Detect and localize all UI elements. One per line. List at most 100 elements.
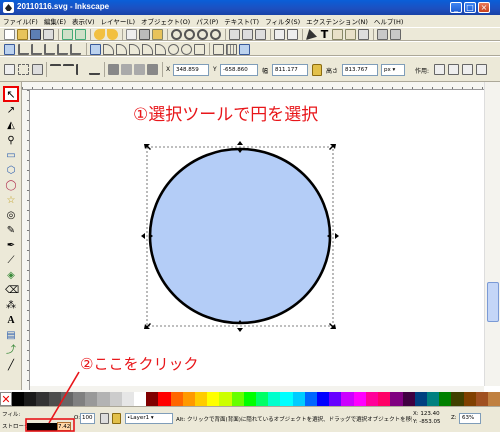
handle-top-left[interactable]: [144, 144, 151, 150]
snap-bbox-center-icon[interactable]: [70, 44, 81, 55]
transform-gradients-icon[interactable]: [462, 64, 473, 75]
drawing-canvas[interactable]: [30, 90, 484, 386]
deselect-icon[interactable]: [32, 64, 43, 75]
transform-patterns-icon[interactable]: [476, 64, 487, 75]
x-input[interactable]: 348.859: [173, 64, 209, 76]
paste-icon[interactable]: [152, 29, 163, 40]
color-swatch[interactable]: [353, 392, 366, 406]
transform-icon[interactable]: [358, 29, 369, 40]
width-input[interactable]: 811.177: [272, 64, 308, 76]
text-font-icon[interactable]: T: [319, 29, 330, 40]
dropper-tool-icon[interactable]: ╱: [5, 360, 17, 372]
fill-stroke-icon[interactable]: [306, 29, 317, 40]
snap-text-baseline-icon[interactable]: [194, 44, 205, 55]
color-swatch[interactable]: [60, 392, 74, 406]
menu-text[interactable]: テキスト(T): [224, 16, 259, 26]
menu-path[interactable]: パス(P): [196, 16, 218, 26]
color-swatch[interactable]: [329, 392, 342, 406]
snap-bbox-corner-icon[interactable]: [44, 44, 55, 55]
color-swatch[interactable]: [231, 392, 244, 406]
align-distribute-icon[interactable]: [345, 29, 356, 40]
color-swatch[interactable]: [365, 392, 379, 406]
undo-icon[interactable]: [94, 29, 105, 40]
snap-grid-icon[interactable]: [226, 44, 237, 55]
snap-bbox-edge-icon[interactable]: [31, 44, 42, 55]
menu-file[interactable]: ファイル(F): [3, 16, 38, 26]
cut-icon[interactable]: [139, 29, 150, 40]
selected-circle[interactable]: [148, 147, 332, 325]
3d-box-tool-icon[interactable]: ⬡: [5, 165, 17, 177]
xml-editor-icon[interactable]: [332, 29, 343, 40]
color-swatch[interactable]: [170, 392, 183, 406]
zoom-drawing-icon[interactable]: [184, 29, 195, 40]
color-swatch[interactable]: [414, 392, 427, 406]
tweak-tool-icon[interactable]: ◭: [5, 120, 17, 132]
color-swatch[interactable]: [195, 392, 208, 406]
clone-icon[interactable]: [242, 29, 253, 40]
save-icon[interactable]: [30, 29, 41, 40]
color-swatch[interactable]: [146, 392, 159, 406]
color-swatch[interactable]: [402, 392, 415, 406]
menu-edit[interactable]: 編集(E): [44, 16, 66, 26]
color-swatch[interactable]: [48, 392, 61, 406]
rectangle-tool-icon[interactable]: ▭: [5, 150, 17, 162]
snap-nodes-icon[interactable]: [90, 44, 101, 55]
color-swatch[interactable]: [219, 392, 232, 406]
zoom-width-icon[interactable]: [210, 29, 221, 40]
handle-bottom-right[interactable]: [329, 323, 336, 329]
color-swatch[interactable]: [243, 392, 257, 406]
color-swatch[interactable]: [134, 392, 147, 406]
redo-icon[interactable]: [107, 29, 118, 40]
menu-object[interactable]: オブジェクト(O): [141, 16, 190, 26]
color-swatch[interactable]: [280, 392, 293, 406]
snap-cusp-icon[interactable]: [129, 44, 140, 55]
snap-page-border-icon[interactable]: [213, 44, 224, 55]
height-input[interactable]: 813.767: [342, 64, 378, 76]
document-properties-icon[interactable]: [390, 29, 401, 40]
lower-to-bottom-icon[interactable]: [147, 64, 158, 75]
color-swatch[interactable]: [121, 392, 135, 406]
snap-bbox-icon[interactable]: [18, 44, 29, 55]
color-swatch[interactable]: [292, 392, 305, 406]
menu-extensions[interactable]: エクステンション(N): [306, 16, 368, 26]
pen-tool-icon[interactable]: ✒: [5, 240, 17, 252]
menu-layer[interactable]: レイヤー(L): [101, 16, 136, 26]
scale-stroke-icon[interactable]: [434, 64, 445, 75]
color-swatch[interactable]: [158, 392, 171, 406]
maximize-button[interactable]: □: [464, 2, 476, 13]
flip-horizontal-icon[interactable]: [76, 64, 87, 75]
vertical-scrollbar[interactable]: [484, 82, 500, 386]
color-swatch[interactable]: [24, 392, 37, 406]
export-icon[interactable]: [75, 29, 86, 40]
zoom-page-icon[interactable]: [197, 29, 208, 40]
close-button[interactable]: ×: [478, 2, 490, 13]
color-swatch[interactable]: [182, 392, 196, 406]
select-all-layers-icon[interactable]: [18, 64, 29, 75]
connector-tool-icon[interactable]: ⤴: [5, 345, 17, 357]
selector-tool-icon[interactable]: ↖: [3, 86, 19, 102]
zoom-tool-icon[interactable]: ⚲: [5, 135, 17, 147]
color-swatch[interactable]: [73, 392, 86, 406]
flip-vertical-icon[interactable]: [89, 64, 100, 75]
menu-view[interactable]: 表示(V): [72, 16, 95, 26]
color-swatch[interactable]: [463, 392, 476, 406]
color-swatch[interactable]: [390, 392, 403, 406]
color-swatch[interactable]: [439, 392, 452, 406]
open-folder-icon[interactable]: [17, 29, 28, 40]
snap-intersection-icon[interactable]: [116, 44, 127, 55]
raise-icon[interactable]: [121, 64, 132, 75]
vertical-ruler[interactable]: [22, 90, 30, 390]
group-icon[interactable]: [274, 29, 285, 40]
color-swatch[interactable]: [426, 392, 440, 406]
copy-icon[interactable]: [126, 29, 137, 40]
color-swatch[interactable]: [85, 392, 98, 406]
snap-center-icon[interactable]: [168, 44, 179, 55]
node-tool-icon[interactable]: ↗: [5, 105, 17, 117]
rotate-cw-icon[interactable]: [63, 64, 74, 75]
raise-to-top-icon[interactable]: [108, 64, 119, 75]
duplicate-icon[interactable]: [229, 29, 240, 40]
snap-midpoint-icon[interactable]: [155, 44, 166, 55]
pencil-tool-icon[interactable]: ✎: [5, 225, 17, 237]
color-swatch[interactable]: [304, 392, 318, 406]
unit-select[interactable]: px ▾: [381, 64, 405, 76]
